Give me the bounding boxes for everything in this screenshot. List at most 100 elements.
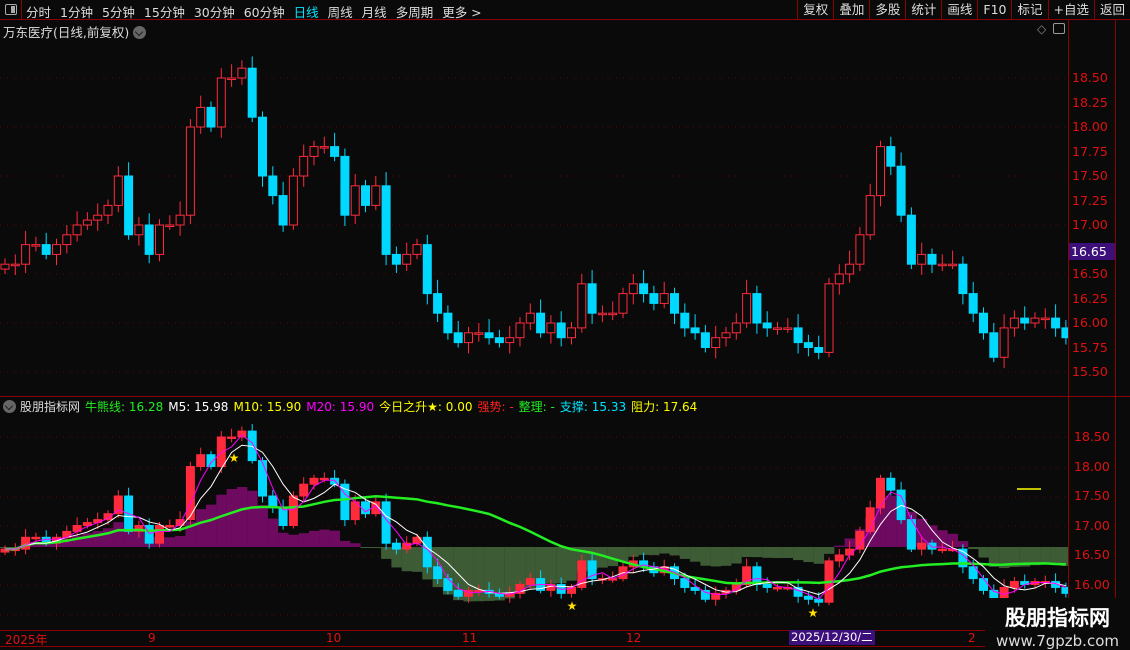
candle-body <box>628 283 638 295</box>
candle-body <box>299 155 309 177</box>
candle-body <box>391 542 401 550</box>
upper-candle <box>52 238 61 266</box>
upper-candle <box>906 207 916 270</box>
oscillator-bar <box>669 547 680 556</box>
lower-candle <box>1040 575 1050 589</box>
oscillator-bar <box>968 547 979 550</box>
upper-candle <box>309 140 319 166</box>
candle-body <box>196 454 206 468</box>
upper-candle <box>597 305 607 323</box>
upper-candle <box>391 246 401 274</box>
upper-candle <box>587 270 597 324</box>
axis-label: 16.50 <box>1074 547 1110 562</box>
lower-candle <box>165 519 175 529</box>
upper-candle <box>700 324 710 353</box>
candle-body <box>1061 327 1068 339</box>
oscillator-bar <box>247 490 258 547</box>
candle-body <box>237 67 247 79</box>
upper-candle <box>917 242 927 275</box>
oscillator-bar <box>700 547 711 566</box>
candle-body <box>731 322 741 334</box>
lower-candle <box>309 474 319 490</box>
oscillator-bar <box>1050 547 1061 565</box>
oscillator-bar <box>360 547 371 548</box>
upper-candle <box>165 215 175 230</box>
date-label: 9 <box>148 631 156 645</box>
axis-divider <box>1068 20 1069 646</box>
axis-label: 17.75 <box>1072 143 1108 159</box>
oscillator-bar <box>793 547 804 561</box>
candle-body <box>896 165 906 216</box>
oscillator-bar <box>113 522 124 547</box>
candle-body <box>484 332 494 339</box>
axis-label: 16.25 <box>1072 290 1108 306</box>
upper-candle <box>628 274 638 305</box>
candle-body <box>185 126 195 216</box>
candle-body <box>258 116 267 177</box>
oscillator-bar <box>195 509 207 547</box>
upper-candle <box>237 60 247 85</box>
lower-candle <box>752 562 762 591</box>
candle-body <box>247 67 257 118</box>
upper-candle <box>21 230 31 274</box>
candle-body <box>711 337 721 349</box>
upper-candle <box>72 211 82 242</box>
candle-body <box>494 337 504 344</box>
oscillator-bar <box>164 537 176 547</box>
star-icon: ★ <box>229 451 240 465</box>
oscillator-bar <box>690 547 701 562</box>
oscillator-bar <box>319 529 330 547</box>
candle-body <box>865 195 875 236</box>
upper-candle <box>505 325 515 354</box>
candle-body <box>227 77 237 80</box>
upper-candle <box>340 148 350 226</box>
candle-body <box>1020 317 1030 324</box>
candle-body <box>412 244 422 255</box>
star-icon: ★ <box>808 606 819 620</box>
upper-candle <box>979 307 988 340</box>
upper-candle <box>299 144 309 187</box>
candle-body <box>103 204 113 216</box>
candle-body <box>762 322 772 329</box>
cursor-date: 2025/12/30/二 <box>789 630 875 645</box>
lower-candle <box>1009 576 1019 593</box>
upper-candle <box>0 258 10 274</box>
lower-candle <box>834 549 844 568</box>
kline-chart[interactable]: ★ ★ ★ <box>0 0 1068 646</box>
upper-candle <box>639 270 649 303</box>
candle-body <box>381 185 391 255</box>
candle-body <box>834 554 844 562</box>
oscillator-bar <box>309 530 320 547</box>
upper-candle <box>62 225 72 254</box>
upper-candle <box>525 303 535 330</box>
oscillator-bar <box>226 489 237 547</box>
candle-body <box>330 146 340 157</box>
lower-candle <box>93 512 103 530</box>
upper-candle <box>556 311 566 347</box>
upper-candle <box>680 303 690 337</box>
candle-body <box>979 312 988 334</box>
oscillator-bar <box>648 547 660 556</box>
upper-candle <box>968 281 978 323</box>
axis-label: 17.00 <box>1074 517 1110 533</box>
candle-body <box>31 244 41 247</box>
oscillator-bar <box>370 547 382 549</box>
candle-body <box>134 224 144 236</box>
upper-candle <box>422 234 432 305</box>
upper-candle <box>175 201 185 236</box>
upper-candle <box>721 326 731 347</box>
candle-body <box>752 293 762 324</box>
upper-candle <box>402 242 412 272</box>
candle-body <box>917 253 927 265</box>
upper-candle <box>103 199 113 225</box>
candle-body <box>144 224 154 255</box>
dropdown-icon[interactable] <box>3 400 16 413</box>
oscillator-bar <box>339 540 351 547</box>
lower-candle <box>700 585 710 603</box>
upper-candle <box>834 264 844 295</box>
toolbar-button-8[interactable]: 返回 <box>1093 0 1130 20</box>
candle-body <box>1030 317 1040 324</box>
candle-body <box>814 347 824 353</box>
upper-candle <box>762 311 772 337</box>
candle-body <box>443 578 453 591</box>
